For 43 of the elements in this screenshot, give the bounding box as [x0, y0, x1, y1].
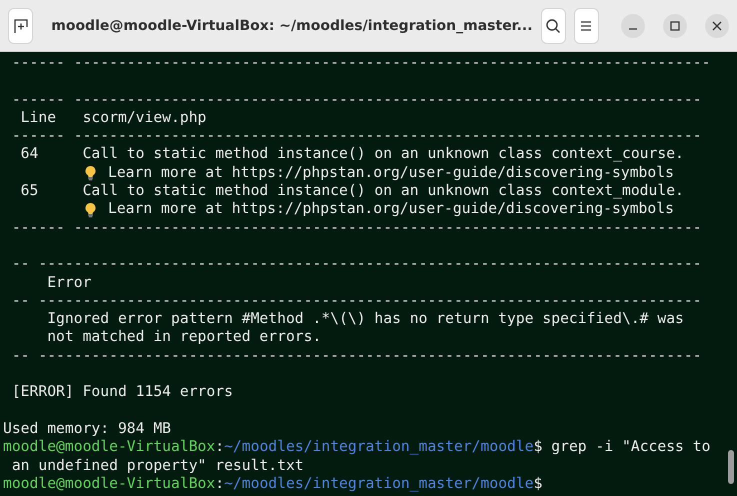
prompt-user: moodle@moodle-VirtualBox — [3, 438, 216, 457]
output-line: ------ ------------------------------------------------------------------------ — [10, 54, 710, 72]
output-line: an undefined property" result.txt — [10, 456, 304, 475]
output-line: ------ ----------------------------------------------------------------------- — [10, 90, 702, 109]
output-line: ------ ----------------------------------------------------------------------- — [10, 218, 702, 237]
menu-button[interactable] — [574, 8, 600, 44]
window-title: moodle@moodle-VirtualBox: ~/moodles/integration_master... — [50, 18, 533, 34]
search-icon — [545, 18, 562, 34]
output-line: 64 Call to static method instance() on an unknown class context_course. — [20, 145, 684, 164]
output-line: -- --------------------------------------------------------------------------- — [10, 346, 702, 366]
terminal-area[interactable] — [0, 52, 737, 496]
close-button[interactable] — [705, 14, 730, 38]
search-button[interactable] — [540, 8, 566, 44]
minimize-icon — [629, 28, 638, 30]
new-tab-icon — [12, 18, 29, 34]
lightbulb-icon — [83, 164, 98, 181]
prompt-separator: : — [215, 438, 224, 457]
prompt-user: moodle@moodle-VirtualBox — [3, 474, 216, 494]
close-icon — [712, 20, 722, 30]
output-line: -- --------------------------------------------------------------------------- — [10, 255, 702, 274]
hint-line: Learn more at https://phpstan.org/user-guide/discovering-symbols — [108, 164, 674, 182]
prompt-path: ~/moodles/integration_master/moodle — [224, 438, 534, 457]
output-line: [ERROR] Found 1154 errors — [10, 383, 233, 402]
command-text: grep -i "Access to — [551, 438, 710, 457]
output-line: Ignored error pattern #Method .*\(\) has no return type specified\.# was — [46, 310, 684, 328]
prompt-symbol: $ — [534, 438, 542, 457]
maximize-icon — [670, 20, 680, 30]
output-line: 65 Call to static method instance() on an unknown class context_module. — [20, 182, 684, 200]
output-line: Error — [46, 274, 92, 292]
new-tab-button[interactable] — [8, 8, 34, 44]
prompt-symbol: $ — [534, 474, 542, 494]
lightbulb-icon — [83, 202, 98, 218]
output-line: not matched in reported errors. — [46, 328, 322, 347]
output-line: ------ ----------------------------------------------------------------------- — [10, 127, 702, 146]
output-line: -- --------------------------------------------------------------------------- — [10, 292, 702, 310]
scrollbar[interactable] — [728, 450, 734, 484]
maximize-button[interactable] — [663, 14, 688, 38]
prompt-path: ~/moodles/integration_master/moodle — [224, 474, 534, 494]
output-line: Line scorm/view.php — [20, 108, 206, 128]
output-line: Used memory: 984 MB — [3, 420, 172, 438]
hint-line: Learn more at https://phpstan.org/user-guide/discovering-symbols — [108, 200, 674, 219]
prompt-separator: : — [215, 474, 224, 494]
menu-icon — [579, 20, 594, 32]
